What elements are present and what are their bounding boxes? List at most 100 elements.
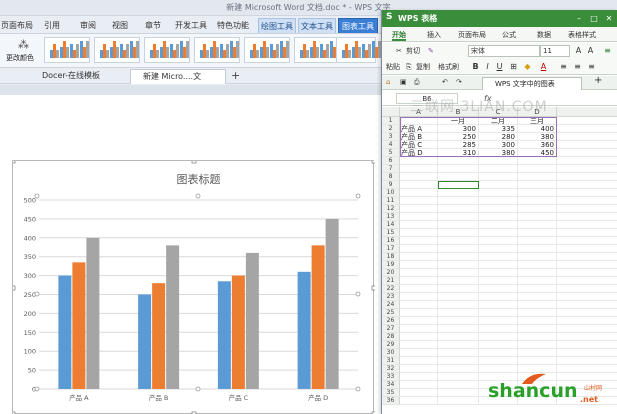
grid-cell[interactable]: [479, 197, 518, 205]
row-header[interactable]: 21: [382, 277, 400, 285]
grid-cell[interactable]: [479, 229, 518, 237]
grid-cell[interactable]: [557, 213, 617, 221]
doc-tab-new-document[interactable]: 新建 Micro....文档.doc *: [130, 69, 226, 95]
grid-cell[interactable]: [400, 285, 438, 293]
minimize-icon[interactable]: –: [572, 13, 586, 24]
row-header[interactable]: 17: [382, 245, 400, 253]
grid-cell[interactable]: 300: [479, 141, 518, 149]
grid-cell[interactable]: [557, 197, 617, 205]
tab-data[interactable]: 数据: [537, 29, 551, 41]
grid-cell[interactable]: [438, 181, 479, 189]
redo-icon[interactable]: ↷: [456, 77, 462, 87]
grid-cell[interactable]: [438, 301, 479, 309]
grid-cell[interactable]: [518, 229, 557, 237]
grid-cell[interactable]: [400, 349, 438, 357]
row-header[interactable]: 19: [382, 261, 400, 269]
chart-style-thumbnail[interactable]: [336, 37, 381, 63]
grid-cell[interactable]: 产品 D: [400, 149, 438, 157]
grid-cell[interactable]: [438, 157, 479, 165]
row-header[interactable]: 20: [382, 269, 400, 277]
chart-style-thumbnail[interactable]: [294, 37, 340, 63]
grid-cell[interactable]: [400, 237, 438, 245]
chart-style-thumbnail[interactable]: [244, 37, 290, 63]
grid-cell[interactable]: [479, 317, 518, 325]
grid-cell[interactable]: [400, 181, 438, 189]
doc-tab-docer[interactable]: Docer-在线模板: [30, 69, 122, 84]
grid-cell[interactable]: [438, 277, 479, 285]
grid-cell[interactable]: [557, 117, 617, 125]
grid-cell[interactable]: [479, 333, 518, 341]
grid-cell[interactable]: [438, 205, 479, 213]
grid-cell[interactable]: [438, 261, 479, 269]
tab-insert[interactable]: 插入: [427, 29, 441, 41]
grid-cell[interactable]: [400, 261, 438, 269]
grid-cell[interactable]: 380: [479, 149, 518, 157]
grid-cell[interactable]: [438, 317, 479, 325]
grow-font-icon[interactable]: A: [573, 45, 584, 57]
file-tab-chart-data[interactable]: WPS 文字中的图表: [482, 77, 582, 90]
grid-cell[interactable]: [400, 205, 438, 213]
copy-button[interactable]: 复制: [416, 62, 430, 72]
grid-cell[interactable]: [400, 381, 438, 389]
maximize-icon[interactable]: □: [587, 13, 601, 24]
row-header[interactable]: 16: [382, 237, 400, 245]
grid-cell[interactable]: [557, 285, 617, 293]
grid-cell[interactable]: [557, 157, 617, 165]
row-header[interactable]: 14: [382, 221, 400, 229]
grid-cell[interactable]: [438, 341, 479, 349]
tab-formulas[interactable]: 公式: [502, 29, 516, 41]
grid-cell[interactable]: 380: [518, 133, 557, 141]
grid-cell[interactable]: [400, 365, 438, 373]
font-select[interactable]: 宋体: [468, 45, 540, 57]
grid-cell[interactable]: [518, 189, 557, 197]
grid-cell[interactable]: [557, 165, 617, 173]
grid-cell[interactable]: [557, 221, 617, 229]
tab-page-layout-sheet[interactable]: 页面布局: [458, 29, 486, 41]
grid-cell[interactable]: [479, 277, 518, 285]
row-header[interactable]: 28: [382, 333, 400, 341]
tab-view[interactable]: 视图: [108, 18, 132, 33]
grid-cell[interactable]: [557, 149, 617, 157]
grid-cell[interactable]: [479, 269, 518, 277]
grid-cell[interactable]: [400, 293, 438, 301]
grid-cell[interactable]: [479, 293, 518, 301]
grid-cell[interactable]: [557, 141, 617, 149]
format-painter-button[interactable]: 格式刷: [438, 62, 459, 72]
grid-cell[interactable]: 产品 A: [400, 125, 438, 133]
grid-cell[interactable]: [518, 245, 557, 253]
wrap-icon[interactable]: ≡: [602, 45, 613, 57]
grid-cell[interactable]: [400, 357, 438, 365]
new-sheet-tab-button[interactable]: +: [594, 76, 602, 86]
row-header[interactable]: 32: [382, 365, 400, 373]
grid-cell[interactable]: [479, 341, 518, 349]
grid-cell[interactable]: [400, 389, 438, 397]
grid-cell[interactable]: [479, 237, 518, 245]
row-header[interactable]: 10: [382, 189, 400, 197]
grid-cell[interactable]: [400, 309, 438, 317]
undo-icon[interactable]: ↶: [442, 77, 448, 87]
grid-cell[interactable]: [518, 197, 557, 205]
grid-cell[interactable]: [518, 325, 557, 333]
grid-cell[interactable]: [518, 309, 557, 317]
grid-cell[interactable]: [518, 165, 557, 173]
tab-drawing-tools[interactable]: 绘图工具: [258, 18, 296, 33]
grid-cell[interactable]: 产品 B: [400, 133, 438, 141]
grid-cell[interactable]: [518, 269, 557, 277]
chart-style-thumbnail[interactable]: [194, 37, 240, 63]
row-header[interactable]: 2: [382, 125, 400, 133]
grid-cell[interactable]: 360: [518, 141, 557, 149]
tab-table-styles[interactable]: 表格样式: [568, 29, 596, 41]
row-header[interactable]: 33: [382, 373, 400, 381]
grid-cell[interactable]: [479, 349, 518, 357]
grid-cell[interactable]: [518, 205, 557, 213]
grid-cell[interactable]: [479, 365, 518, 373]
paste-button[interactable]: 粘贴: [386, 62, 400, 72]
close-icon[interactable]: ✕: [602, 13, 616, 24]
chart-style-thumbnail[interactable]: [94, 37, 140, 63]
grid-cell[interactable]: [400, 277, 438, 285]
grid-cell[interactable]: [518, 301, 557, 309]
tab-features[interactable]: 特色功能: [216, 18, 250, 33]
grid-cell[interactable]: [557, 293, 617, 301]
grid-cell[interactable]: [518, 253, 557, 261]
align-right-icon[interactable]: ≡: [586, 61, 597, 73]
